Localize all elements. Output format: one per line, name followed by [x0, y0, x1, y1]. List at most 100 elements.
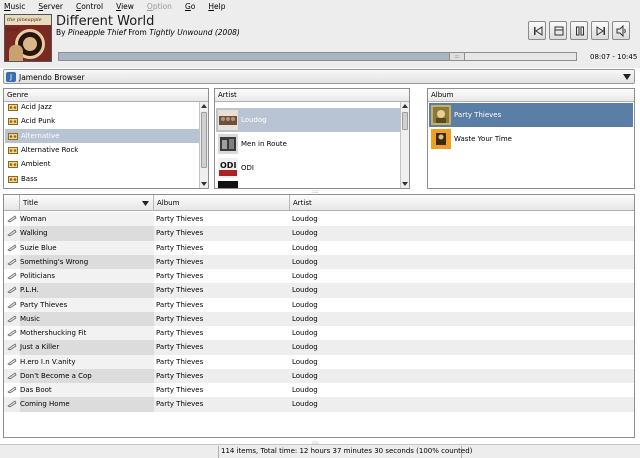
artist-header[interactable]: Artist	[215, 89, 409, 102]
menu-option[interactable]: Option	[147, 2, 172, 11]
table-row[interactable]: Coming Home Party Thieves Loudog	[4, 397, 634, 412]
table-row[interactable]: Das Boot Party Thieves Loudog	[4, 383, 634, 398]
status-bar: 114 items, Total time: 12 hours 37 minut…	[0, 440, 640, 458]
dropdown-arrow-icon[interactable]	[623, 74, 631, 80]
artist-label: ODI	[241, 164, 254, 172]
genre-icon	[8, 146, 18, 154]
genre-item[interactable]: Alternative	[5, 128, 200, 143]
genre-scroll-thumb[interactable]	[201, 112, 207, 168]
menu-control[interactable]: Control	[76, 2, 103, 11]
track-title: Something's Wrong	[20, 254, 154, 269]
genre-scrollbar[interactable]	[199, 102, 208, 188]
track-time: 08:07 - 10:45	[590, 53, 638, 61]
track-title: Mothershucking Fit	[20, 326, 154, 341]
artist-thumbnail: ODI	[218, 158, 238, 178]
table-row[interactable]: Woman Party Thieves Loudog	[4, 212, 634, 227]
table-row[interactable]: H.ero I.n V.anity Party Thieves Loudog	[4, 354, 634, 369]
track-title: Just a Killer	[20, 340, 154, 355]
genre-icon	[8, 161, 18, 169]
song-meta: By Pineapple Thief From Tightly Unwound …	[56, 28, 240, 37]
song-title: Different World	[56, 14, 155, 29]
table-row[interactable]: Something's Wrong Party Thieves Loudog	[4, 254, 634, 269]
genre-item[interactable]: Acid Punk	[5, 114, 200, 128]
artist-scroll-thumb[interactable]	[402, 112, 408, 130]
artist-label: Loudog	[241, 116, 267, 124]
track-album: Party Thieves	[156, 386, 204, 394]
track-artist: Loudog	[292, 329, 318, 337]
track-artist: Loudog	[292, 371, 318, 380]
album-item[interactable]: Party Thieves	[429, 103, 633, 127]
track-album: Party Thieves	[156, 371, 204, 380]
track-icon	[7, 372, 17, 380]
track-icon	[7, 215, 17, 223]
artist-item[interactable]: ODI ODI	[216, 156, 401, 180]
column-header-album[interactable]: Album	[154, 195, 290, 211]
track-artist: Loudog	[292, 286, 318, 295]
genre-label: Bass	[21, 174, 38, 183]
genre-label: Alternative Rock	[21, 145, 79, 154]
album-header[interactable]: Album	[428, 89, 634, 102]
table-row[interactable]: Suzie Blue Party Thieves Loudog	[4, 240, 634, 255]
track-album: Party Thieves	[156, 400, 204, 409]
pause-button[interactable]	[570, 21, 588, 40]
track-title: H.ero I.n V.anity	[20, 354, 154, 369]
genre-item[interactable]: Ambient	[5, 157, 200, 171]
menu-server[interactable]: Server	[38, 2, 63, 11]
volume-button[interactable]	[612, 21, 630, 40]
column-header-title[interactable]: Title	[20, 195, 154, 211]
genre-item[interactable]: Acid Jazz	[5, 100, 200, 114]
genre-item[interactable]: Alternative Rock	[5, 143, 200, 157]
artist-item[interactable]: Men in Route	[216, 132, 401, 156]
track-album: Party Thieves	[156, 243, 204, 252]
table-row[interactable]: Party Thieves Party Thieves Loudog	[4, 297, 634, 312]
genre-icon	[8, 118, 18, 126]
menu-music[interactable]: Music	[4, 2, 25, 11]
table-row[interactable]: P.L.H. Party Thieves Loudog	[4, 283, 634, 298]
browser-selector[interactable]: J Jamendo Browser	[3, 69, 635, 84]
table-row[interactable]: Walking Party Thieves Loudog	[4, 226, 634, 241]
svg-text:ODI: ODI	[220, 161, 236, 170]
track-title: Party Thieves	[20, 297, 154, 312]
column-header-artist[interactable]: Artist	[290, 195, 634, 211]
next-icon	[596, 26, 605, 36]
track-title: Das Boot	[20, 383, 154, 398]
next-button[interactable]	[591, 21, 609, 40]
track-icon	[7, 229, 17, 237]
album-thumbnail	[431, 129, 451, 149]
menu-view[interactable]: View	[116, 2, 134, 11]
stop-button[interactable]	[549, 21, 567, 40]
track-album: Party Thieves	[156, 229, 204, 238]
progress-handle[interactable]: ::::	[449, 52, 465, 61]
track-artist: Loudog	[292, 272, 318, 280]
table-row[interactable]: Don't Become a Cop Party Thieves Loudog	[4, 368, 634, 383]
previous-button[interactable]	[528, 21, 546, 40]
track-progress-bar[interactable]: ::::	[58, 52, 577, 61]
album-item[interactable]: Waste Your Time	[429, 127, 633, 151]
artist-label: Men in Route	[241, 140, 287, 148]
sort-descending-icon	[142, 201, 149, 206]
track-artist: Loudog	[292, 314, 318, 323]
table-row[interactable]: Just a Killer Party Thieves Loudog	[4, 340, 634, 355]
artist-link[interactable]: Pineapple Thief	[68, 28, 126, 37]
menu-help[interactable]: Help	[208, 2, 225, 11]
track-album: Party Thieves	[156, 272, 204, 280]
genre-label: Alternative	[21, 131, 60, 140]
genre-icon	[8, 104, 18, 111]
artist-item[interactable]: Loudog	[216, 108, 401, 132]
artist-scrollbar[interactable]	[400, 102, 409, 188]
track-title: Suzie Blue	[20, 240, 154, 255]
genre-item[interactable]: Bass	[5, 172, 200, 186]
table-row[interactable]: Politicians Party Thieves Loudog	[4, 269, 634, 284]
album-link[interactable]: Tightly Unwound (2008)	[149, 28, 240, 37]
table-row[interactable]: Music Party Thieves Loudog	[4, 311, 634, 326]
menu-go[interactable]: Go	[185, 2, 195, 11]
track-icon	[7, 357, 17, 365]
table-row[interactable]: Mothershucking Fit Party Thieves Loudog	[4, 326, 634, 341]
track-icon	[7, 343, 17, 351]
artist-pane: Artist Loudog Men in Route ODI ODI	[214, 88, 410, 189]
track-title: Don't Become a Cop	[20, 368, 154, 383]
artist-thumbnail	[218, 181, 238, 188]
album-art: the pineapple thief	[4, 14, 52, 62]
previous-icon	[534, 26, 543, 36]
album-pane: Album Party Thieves Waste Your Time	[427, 88, 635, 189]
